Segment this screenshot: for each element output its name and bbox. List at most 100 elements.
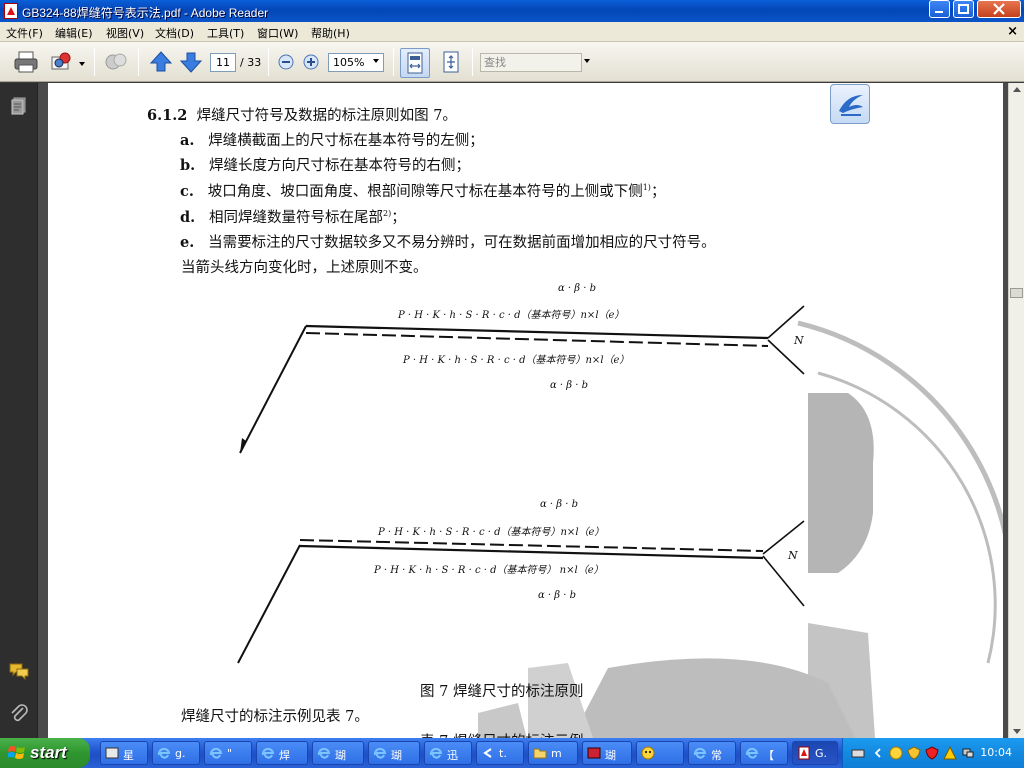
- paperclip-icon: [11, 704, 28, 722]
- scroll-up-icon[interactable]: [1013, 87, 1021, 92]
- comments-icon: [9, 663, 29, 681]
- menu-tools[interactable]: 工具(T): [207, 25, 244, 41]
- menu-document[interactable]: 文档(D): [155, 25, 194, 41]
- taskbar-button[interactable]: 焊: [256, 741, 308, 765]
- document-close-button[interactable]: ×: [1007, 24, 1018, 39]
- zoom-in-button[interactable]: [300, 48, 322, 76]
- taskbar-button[interactable]: ": [204, 741, 252, 765]
- security-icon[interactable]: [907, 746, 921, 760]
- adobe-reader-icon: [4, 3, 18, 19]
- list-item-text: 当需要标注的尺寸数据较多又不易分辨时，可在数据前面增加相应的尺寸符号。: [208, 235, 716, 251]
- toolbar-separator: [94, 48, 95, 76]
- taskbar-button[interactable]: g.: [152, 741, 200, 765]
- paragraph: 焊缝尺寸的标注示例见表 7。: [181, 709, 369, 725]
- comments-panel-button[interactable]: [8, 660, 30, 682]
- figure-lower-diagram: [237, 520, 805, 664]
- fit-width-button[interactable]: [400, 48, 430, 78]
- figure-label: P · H · K · h · S · R · c · d（基本符号） n×l（…: [374, 565, 604, 576]
- taskbar-button[interactable]: 迅: [424, 741, 472, 765]
- folder-icon: [533, 748, 547, 759]
- read-mode-widget[interactable]: [830, 84, 870, 124]
- taskbar-button[interactable]: 瑚: [582, 741, 632, 765]
- page-number-input[interactable]: 11: [210, 53, 236, 72]
- ie-icon: [429, 747, 443, 759]
- taskbar-button[interactable]: 瑚: [312, 741, 364, 765]
- printer-icon: [14, 51, 38, 73]
- figure-label: α · β · b: [540, 499, 579, 510]
- search-input[interactable]: 查找: [480, 53, 582, 72]
- taskbar-button[interactable]: 常: [688, 741, 736, 765]
- list-item-label: d.: [180, 209, 196, 226]
- chevron-down-icon: [79, 62, 85, 66]
- taskbar-button-label: 常: [711, 749, 722, 762]
- taskbar-button-label: 【: [763, 749, 774, 762]
- email-dropdown[interactable]: [78, 48, 86, 76]
- taskbar-button-active[interactable]: G.: [792, 741, 838, 765]
- taskbar-button-label: G.: [815, 747, 828, 760]
- taskbar-button[interactable]: m: [528, 741, 578, 765]
- figure-label: N: [788, 549, 798, 562]
- pages-panel-button[interactable]: [8, 95, 30, 117]
- scroll-thumb[interactable]: [1010, 288, 1023, 298]
- page-total: / 33: [240, 56, 262, 69]
- pages-icon: [11, 97, 26, 115]
- zoom-out-button[interactable]: [275, 48, 297, 76]
- section-number: 6.1.2: [147, 107, 188, 124]
- navigation-pane: [0, 83, 38, 738]
- taskbar-button[interactable]: 【: [740, 741, 788, 765]
- start-button[interactable]: start: [0, 738, 90, 768]
- adobe-reader-icon: [798, 746, 810, 760]
- collaborate-button[interactable]: [102, 48, 130, 76]
- menu-file[interactable]: 文件(F): [6, 25, 43, 41]
- chevron-down-icon[interactable]: [584, 59, 590, 63]
- menu-help[interactable]: 帮助(H): [311, 25, 350, 41]
- figure-label: P · H · K · h · S · R · c · d（基本符号）n×l（e…: [378, 527, 605, 538]
- keyboard-icon[interactable]: [851, 746, 865, 760]
- print-button[interactable]: [12, 48, 40, 76]
- vertical-scrollbar[interactable]: [1008, 83, 1024, 738]
- document-viewport[interactable]: 6.1.2 焊缝尺寸符号及数据的标注原则如图 7。 a. 焊缝横截面上的尺寸标在…: [38, 83, 1008, 738]
- fit-page-button[interactable]: [437, 48, 465, 76]
- network-icon[interactable]: [961, 746, 975, 760]
- email-button[interactable]: [48, 48, 76, 76]
- next-page-button[interactable]: [177, 48, 205, 76]
- ie-icon: [373, 747, 387, 759]
- menu-bar: 文件(F) 编辑(E) 视图(V) 文档(D) 工具(T) 窗口(W) 帮助(H…: [0, 22, 1024, 42]
- taskbar-button[interactable]: 星: [100, 741, 148, 765]
- start-label: start: [30, 743, 67, 762]
- window-title: GB324-88焊缝符号表示法.pdf - Adobe Reader: [22, 6, 269, 20]
- footnote-ref: 1): [642, 183, 651, 193]
- taskbar-button[interactable]: 瑚: [368, 741, 420, 765]
- minimize-button[interactable]: [929, 0, 950, 18]
- taskbar-button-label: m: [551, 747, 562, 760]
- clock: 10:04: [980, 746, 1012, 759]
- menu-view[interactable]: 视图(V): [106, 25, 144, 41]
- figure-label: P · H · K · h · S · R · c · d（基本符号）n×l（e…: [403, 355, 630, 366]
- taskbar-button[interactable]: t.: [476, 741, 524, 765]
- menu-window[interactable]: 窗口(W): [257, 25, 298, 41]
- toolbar-separator: [268, 48, 269, 76]
- restore-button[interactable]: [953, 0, 974, 18]
- close-button[interactable]: [977, 0, 1021, 18]
- chevron-left-icon[interactable]: [871, 746, 885, 760]
- attachments-panel-button[interactable]: [8, 702, 30, 724]
- email-icon: [51, 52, 71, 70]
- list-item: b. 焊缝长度方向尺寸标在基本符号的右侧；: [180, 154, 470, 175]
- taskbar-button-label: 星: [123, 749, 134, 762]
- prev-page-button[interactable]: [147, 48, 175, 76]
- ie-icon: [261, 747, 275, 759]
- figure-label: α · β · b: [538, 590, 577, 601]
- taskbar-button-label: 瑚: [391, 749, 402, 762]
- chevron-down-icon[interactable]: [373, 59, 379, 63]
- taskbar-button[interactable]: 瑚: [636, 741, 684, 765]
- menu-edit[interactable]: 编辑(E): [55, 25, 93, 41]
- list-item-label: a.: [180, 132, 195, 149]
- smiley-icon: [641, 746, 655, 760]
- zoom-out-icon: [278, 54, 294, 70]
- figure-label: N: [794, 334, 804, 347]
- collaborate-icon: [105, 53, 127, 70]
- warning-icon[interactable]: [943, 746, 957, 760]
- shield-icon[interactable]: [925, 746, 939, 760]
- scroll-down-icon[interactable]: [1013, 729, 1021, 734]
- messenger-icon[interactable]: [889, 746, 903, 760]
